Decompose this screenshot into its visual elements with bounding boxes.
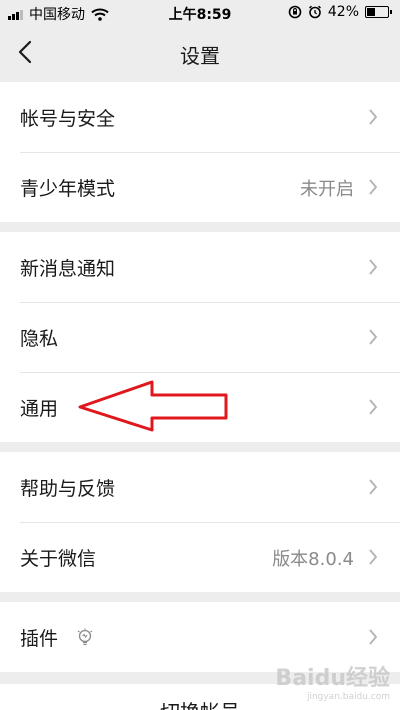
page-title: 设置 [180,44,220,68]
settings-item-label: 帐号与安全 [20,108,116,130]
status-bar: 中国移动 上午8:59 42% [0,0,400,26]
lightbulb-icon [77,628,93,646]
settings-item-label: 帮助与反馈 [20,478,116,500]
settings-item-label: 通用 [20,398,59,420]
nav-bar: 设置 [0,26,400,80]
settings-item-label: 青少年模式 [20,178,116,200]
rotation-lock-icon [288,5,302,19]
battery-percent: 42% [327,4,359,20]
watermark-text: Baidu经验 [275,666,390,691]
watermark-logo: Baidu经验 jingyan.baidu.com [275,660,390,702]
alarm-icon [308,5,321,19]
watermark-url: jingyan.baidu.com [306,692,390,702]
chevron-right-icon [369,329,378,345]
settings-item-teen-mode[interactable]: 青少年模式 未开启 [0,152,400,222]
settings-item-label: 插件 [20,628,59,650]
settings-group-account: 帐号与安全 青少年模式 未开启 [0,82,400,222]
settings-item-value: 未开启 [300,179,354,200]
settings-item-label: 隐私 [20,328,59,350]
settings-item-help-feedback[interactable]: 帮助与反馈 [0,452,400,522]
chevron-right-icon [369,399,378,415]
battery-fill [367,8,376,16]
battery-icon [365,6,392,18]
settings-group-general: 新消息通知 隐私 通用 [0,232,400,442]
settings-item-privacy[interactable]: 隐私 [0,302,400,372]
settings-item-value: 版本8.0.4 [272,549,354,570]
settings-item-notifications[interactable]: 新消息通知 [0,232,400,302]
chevron-right-icon [369,629,378,645]
settings-item-general[interactable]: 通用 [0,372,400,442]
status-right: 42% [288,4,392,20]
settings-item-about-wechat[interactable]: 关于微信 版本8.0.4 [0,522,400,592]
chevron-right-icon [369,259,378,275]
chevron-right-icon [369,549,378,565]
settings-item-account-security[interactable]: 帐号与安全 [0,82,400,152]
settings-item-label: 新消息通知 [20,258,116,280]
settings-group-help: 帮助与反馈 关于微信 版本8.0.4 [0,452,400,592]
settings-item-label: 关于微信 [20,548,97,570]
chevron-right-icon [369,109,378,125]
chevron-right-icon [369,479,378,495]
chevron-right-icon [369,179,378,195]
